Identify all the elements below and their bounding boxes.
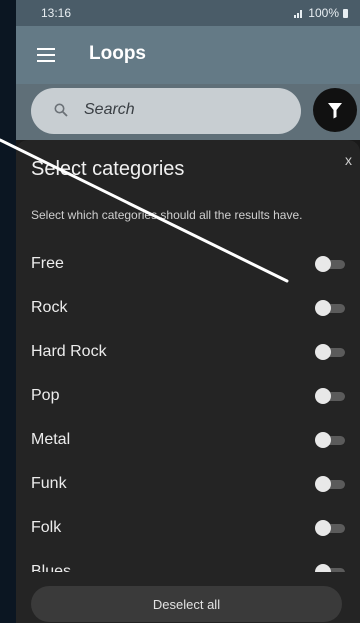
sheet-title: Select categories [31,158,185,180]
status-indicators: 100% [294,6,348,20]
category-row-hard-rock[interactable]: Hard Rock [16,330,360,374]
category-label: Hard Rock [31,343,107,360]
category-label: Pop [31,387,60,404]
category-row-blues[interactable]: Blues [16,550,360,572]
status-time: 13:16 [41,6,72,20]
deselect-all-button[interactable]: Deselect all [31,586,342,622]
category-toggle[interactable] [315,256,345,272]
search-placeholder: Search [84,101,135,118]
category-toggle[interactable] [315,388,345,404]
category-label: Free [31,255,64,272]
category-toggle[interactable] [315,344,345,360]
category-label: Blues [31,563,72,572]
app-bar: Loops [16,26,360,84]
category-row-funk[interactable]: Funk [16,462,360,506]
category-sheet: x Select categories Select which categor… [16,140,360,623]
status-bar: 13:16 100% [16,0,360,26]
page-title: Loops [89,43,146,64]
search-input[interactable]: Search [31,88,301,134]
category-toggle[interactable] [315,432,345,448]
close-button[interactable]: x [345,152,352,168]
phone-screen: 13:16 100% Loops Search x Select categor… [16,0,360,623]
category-row-metal[interactable]: Metal [16,418,360,462]
sheet-subtitle: Select which categories should all the r… [31,208,303,222]
category-label: Metal [31,431,71,448]
filter-button[interactable] [313,88,357,132]
category-toggle[interactable] [315,520,345,536]
category-list: Free Rock Hard Rock Pop Metal Funk Folk … [16,242,360,572]
filter-icon [328,103,342,119]
category-label: Folk [31,519,62,536]
category-row-rock[interactable]: Rock [16,286,360,330]
category-toggle[interactable] [315,300,345,316]
category-row-free[interactable]: Free [16,242,360,286]
category-row-folk[interactable]: Folk [16,506,360,550]
menu-icon[interactable] [37,48,55,62]
category-label: Rock [31,299,68,316]
search-icon [54,103,68,117]
battery-percent: 100% [308,6,339,20]
category-toggle[interactable] [315,476,345,492]
category-label: Funk [31,475,67,492]
category-row-pop[interactable]: Pop [16,374,360,418]
battery-icon [343,8,348,18]
category-toggle[interactable] [315,564,345,572]
signal-icon [294,9,304,18]
